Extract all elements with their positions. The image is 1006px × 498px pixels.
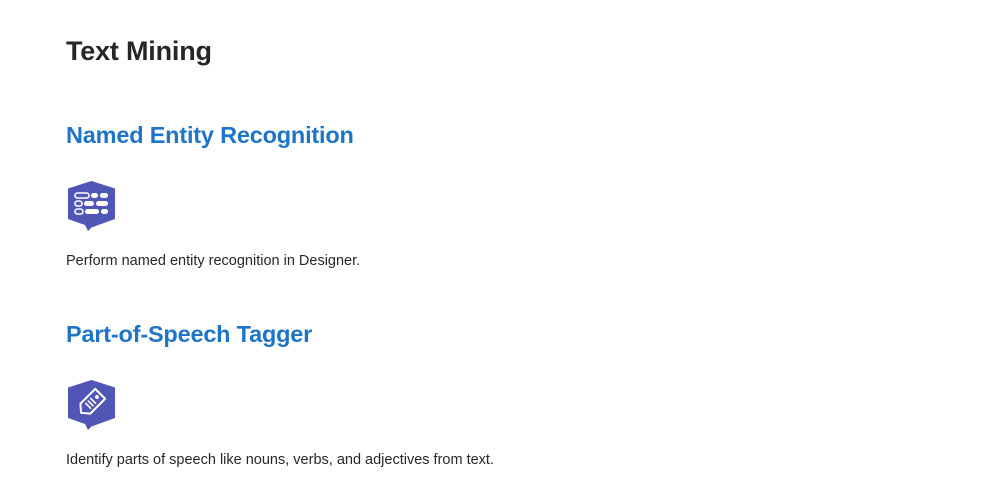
tool-title-link-part-of-speech-tagger[interactable]: Part-of-Speech Tagger bbox=[66, 321, 312, 348]
named-entity-recognition-icon[interactable] bbox=[66, 180, 117, 232]
tool-title-link-named-entity-recognition[interactable]: Named Entity Recognition bbox=[66, 122, 354, 149]
tool-description: Identify parts of speech like nouns, ver… bbox=[66, 452, 494, 468]
page-title: Text Mining bbox=[66, 36, 212, 66]
tool-section-named-entity-recognition: Named Entity Recognition Perform named e… bbox=[66, 122, 966, 269]
part-of-speech-tag-icon[interactable] bbox=[66, 379, 117, 431]
tool-description: Perform named entity recognition in Desi… bbox=[66, 253, 361, 269]
tool-section-part-of-speech-tagger: Part-of-Speech Tagger Identify parts of … bbox=[66, 321, 966, 468]
